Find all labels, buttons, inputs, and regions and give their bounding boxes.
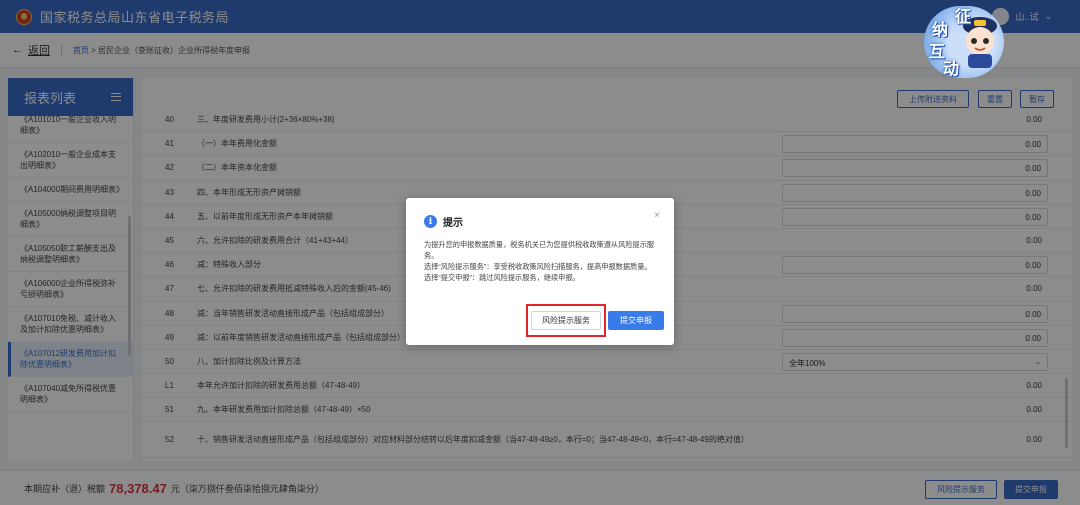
dialog-paragraph: 选择“提交申报”：跳过风险提示服务，继续申报。 — [424, 273, 580, 282]
info-icon: i — [424, 215, 437, 228]
dialog-paragraph: 为提升您的申报数据质量，税务机关已为您提供税收政策遵从风险提示服务。 — [424, 240, 655, 260]
mascot-char: 纳 — [932, 20, 949, 39]
dialog-body: 为提升您的申报数据质量，税务机关已为您提供税收政策遵从风险提示服务。 选择“风险… — [424, 239, 664, 283]
risk-prompt-dialog: i 提示 × 为提升您的申报数据质量，税务机关已为您提供税收政策遵从风险提示服务… — [406, 198, 674, 345]
mascot-char: 动 — [943, 59, 960, 78]
highlight-annotation-box — [526, 304, 606, 337]
dialog-header: i 提示 — [424, 214, 463, 229]
close-icon[interactable]: × — [654, 210, 660, 221]
dialog-title: 提示 — [443, 218, 463, 229]
mascot-logo[interactable]: 征 纳 互 动 — [918, 0, 1010, 82]
dialog-submit-button[interactable]: 提交申报 — [608, 311, 664, 330]
dialog-paragraph: 选择“风险提示服务”：享受税收政策风险扫描服务，提高申报数据质量。 — [424, 262, 652, 271]
mascot-char: 征 — [955, 7, 972, 26]
